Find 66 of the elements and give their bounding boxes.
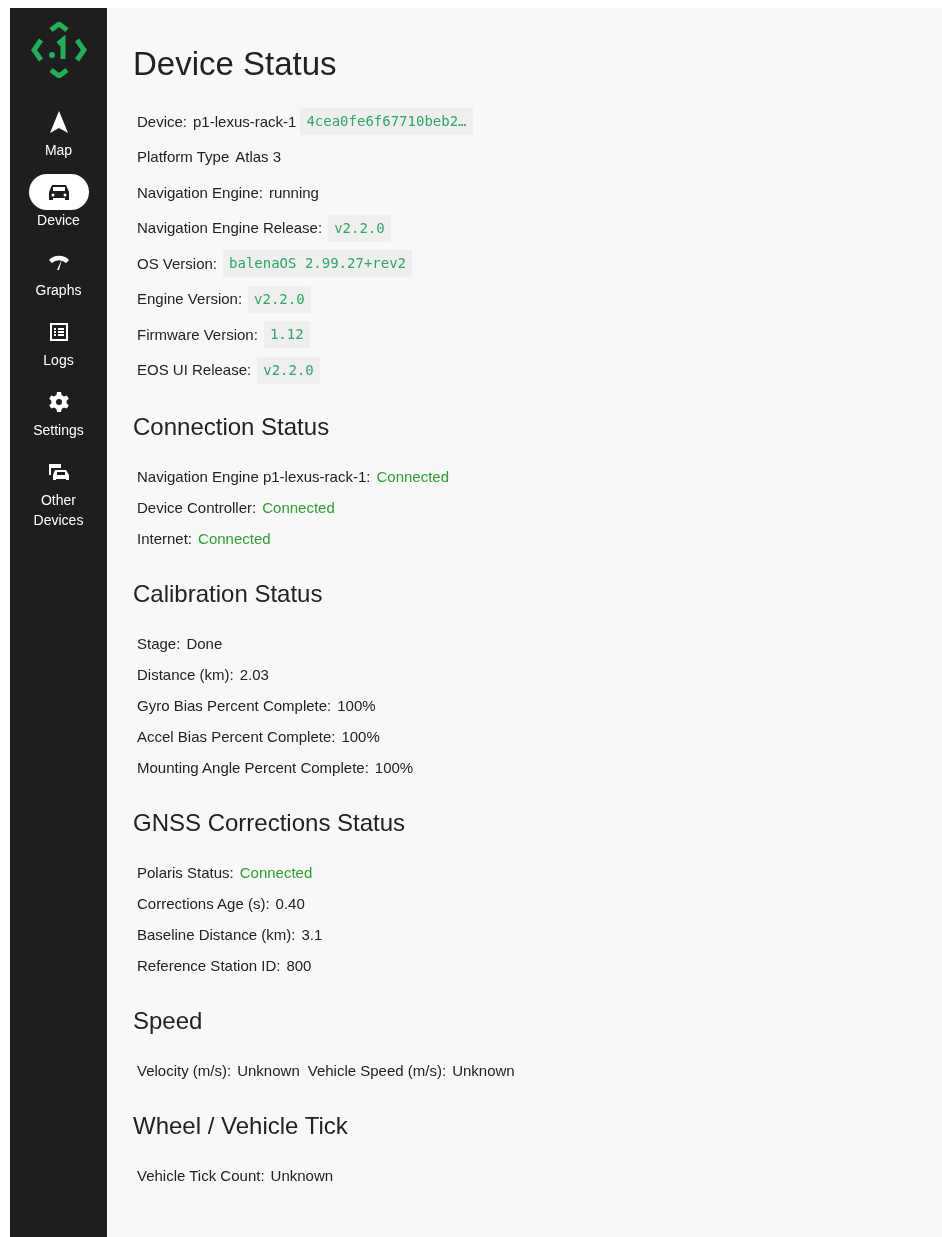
code-value: v2.2.0 <box>248 285 311 313</box>
section-heading: GNSS Corrections Status <box>133 808 407 838</box>
field-label: Reference Station ID: <box>137 956 281 977</box>
status-value: Connected <box>239 863 313 884</box>
field-value: 100% <box>337 696 376 717</box>
status-value: Connected <box>198 529 271 550</box>
field-value: 2.03 <box>239 665 269 686</box>
field-label: Polaris Status: <box>137 863 234 884</box>
field-value: 100% <box>374 758 414 779</box>
section-heading: Connection Status <box>133 412 331 442</box>
field-label: Navigation Engine p1-lexus-rack-1: <box>137 467 371 488</box>
field-value: Unknown <box>270 1166 334 1187</box>
field-label: Gyro Bias Percent Complete: <box>137 696 332 717</box>
field-label: Vehicle Speed (m/s): <box>307 1061 447 1082</box>
field-label: Navigation Engine: <box>137 182 263 203</box>
field-label: Velocity (m/s): <box>137 1061 232 1082</box>
field-value: Unknown <box>452 1061 515 1082</box>
field-label: Baseline Distance (km): <box>137 925 296 946</box>
field-value: 0.40 <box>275 894 305 915</box>
field-label: Accel Bias Percent Complete: <box>137 727 336 748</box>
section-heading: Speed <box>133 1006 204 1036</box>
field-label: Navigation Engine Release: <box>137 218 323 238</box>
code-value: v2.2.0 <box>257 356 320 384</box>
field-value: p1-lexus-rack-1 <box>193 111 297 132</box>
code-value: 4cea0fe6f67710beb2… <box>300 108 473 136</box>
field-label: Device: <box>137 111 188 132</box>
nav-label[interactable]: Map <box>18 140 99 160</box>
field-label: Stage: <box>137 634 181 655</box>
navigation-arrow-icon <box>49 111 68 133</box>
nav-label[interactable]: Device <box>18 210 99 230</box>
status-value: Connected <box>262 498 335 519</box>
car-icon <box>47 183 70 201</box>
field-value: Done <box>186 634 223 655</box>
field-label: Device Controller: <box>137 498 257 519</box>
field-value: 3.1 <box>301 925 323 946</box>
field-label: EOS UI Release: <box>137 360 252 380</box>
field-value: Atlas 3 <box>235 147 282 167</box>
field-label: Platform Type <box>137 147 230 167</box>
section-heading: Device Status <box>133 44 338 84</box>
field-label: Mounting Angle Percent Complete: <box>137 758 369 779</box>
code-value: 1.12 <box>263 321 310 349</box>
nav-icon-button[interactable] <box>28 174 89 210</box>
field-label: Distance (km): <box>137 665 234 686</box>
settings-icon <box>48 392 69 412</box>
code-value: v2.2.0 <box>328 214 391 242</box>
field-label: Corrections Age (s): <box>137 894 270 915</box>
section-heading: Calibration Status <box>133 579 324 609</box>
field-label: OS Version: <box>137 253 218 274</box>
field-label: Firmware Version: <box>137 324 258 345</box>
status-value: Connected <box>376 467 449 488</box>
list-icon <box>49 323 68 341</box>
field-label: Internet: <box>137 529 193 550</box>
field-value: running <box>268 182 319 203</box>
nav-label[interactable]: Logs <box>18 350 99 370</box>
field-label: Vehicle Tick Count: <box>137 1166 265 1187</box>
nav-label[interactable]: Other Devices <box>18 490 99 530</box>
cars-icon <box>47 463 70 481</box>
code-value: balenaOS 2.99.27+rev2 <box>223 250 413 278</box>
nav-label[interactable]: Graphs <box>18 280 99 300</box>
section-heading: Wheel / Vehicle Tick <box>133 1111 349 1141</box>
field-value: 800 <box>286 956 312 977</box>
field-label: Engine Version: <box>137 289 243 309</box>
nav-label[interactable]: Settings <box>18 420 99 440</box>
logo-icon <box>30 22 87 78</box>
field-value: Unknown <box>237 1061 300 1082</box>
field-value: 100% <box>341 727 380 748</box>
